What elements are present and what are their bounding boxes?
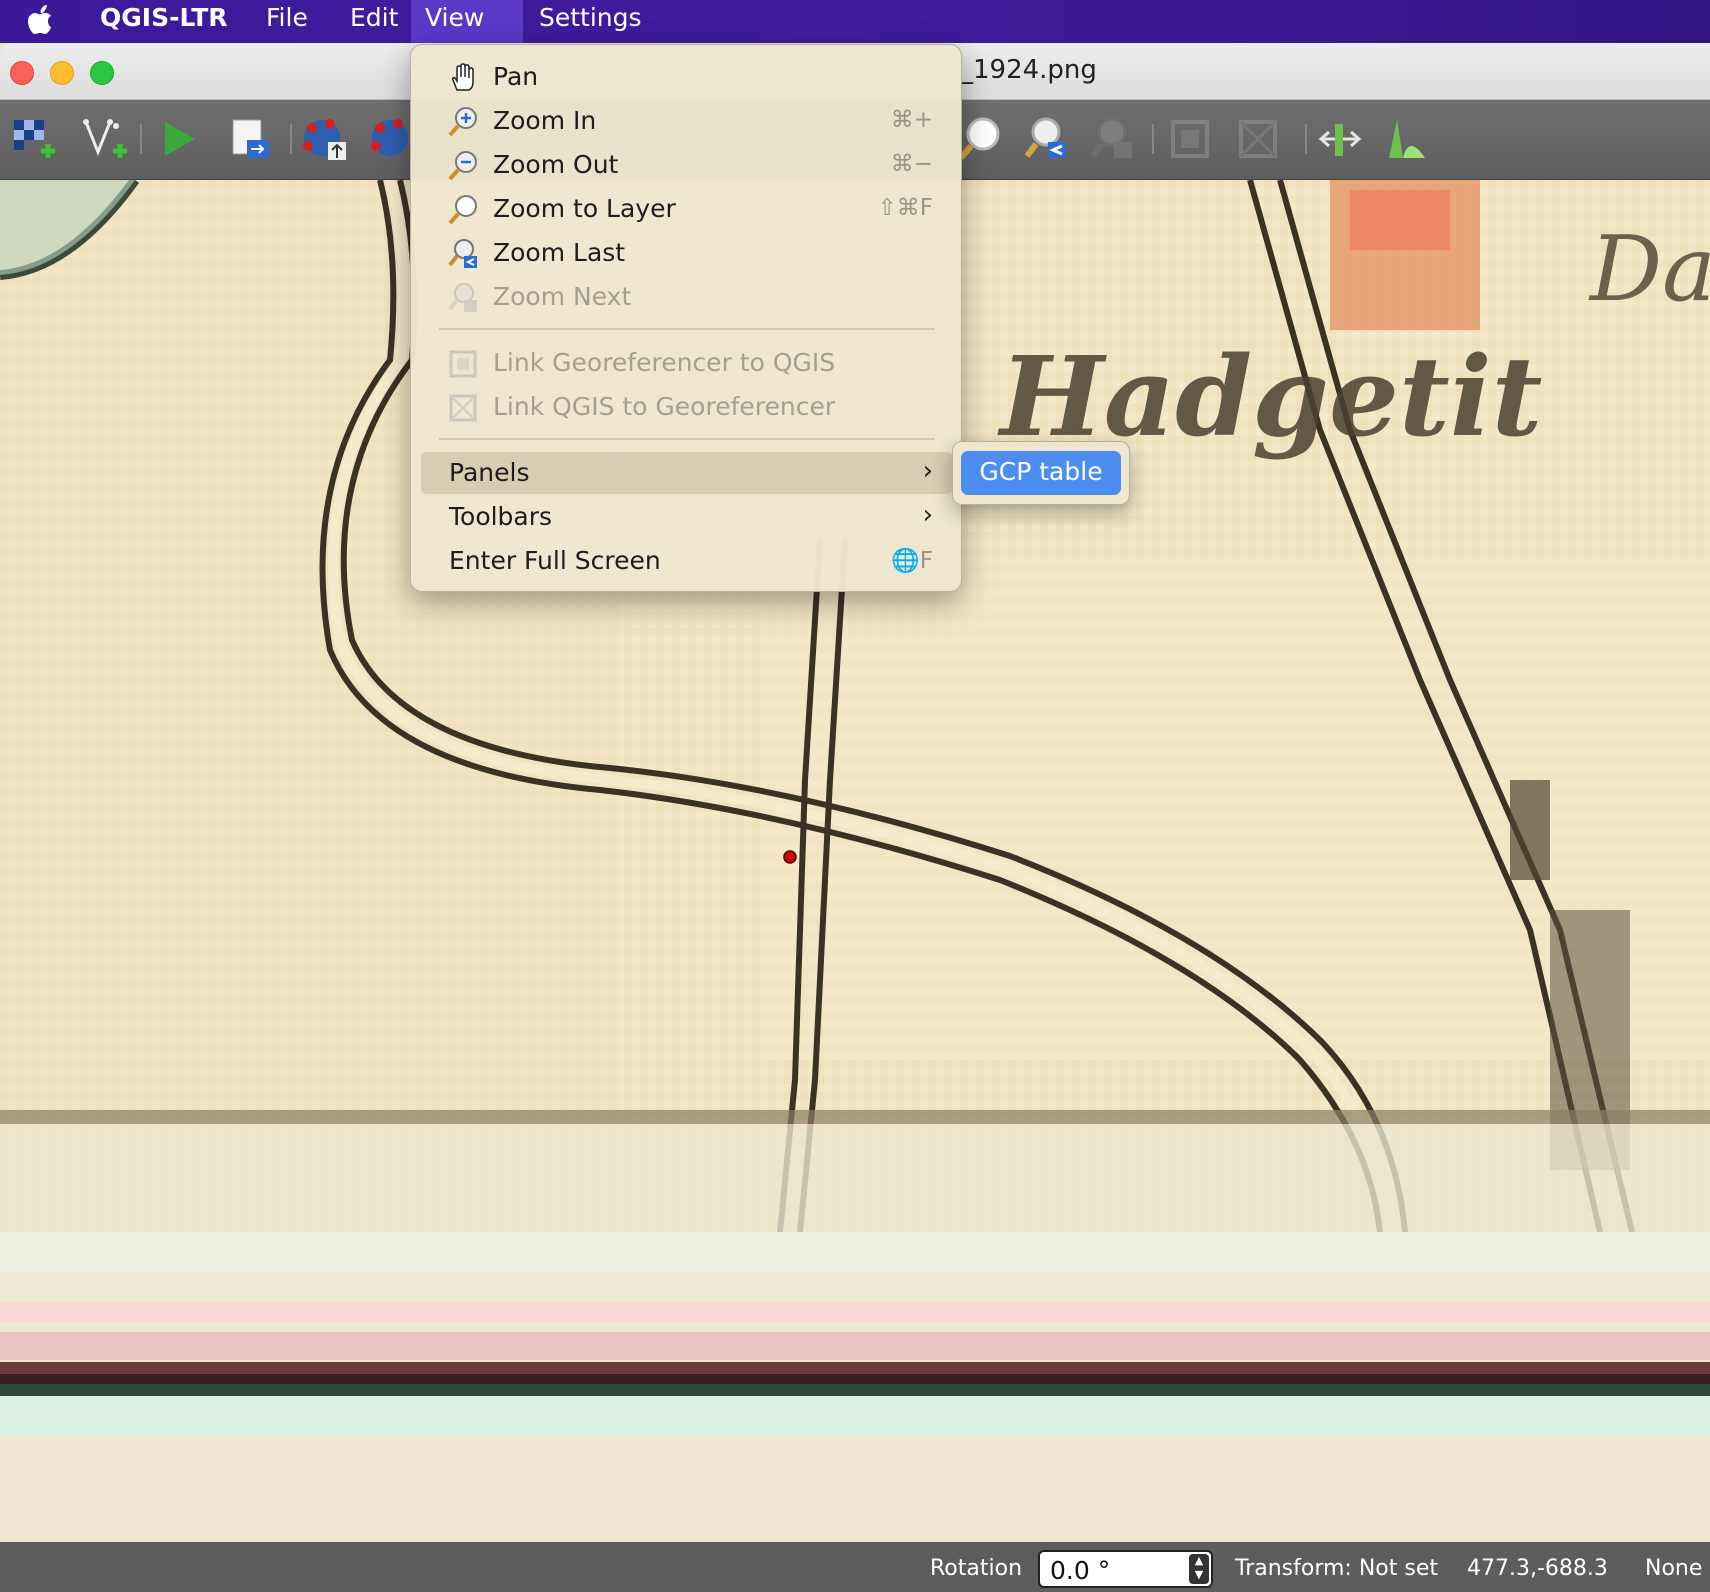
menubar-edit[interactable]: Edit	[336, 0, 412, 43]
window-title: _1924.png	[960, 55, 1097, 85]
menu-item-label: Link Georeferencer to QGIS	[493, 348, 836, 377]
zoom-next-icon	[447, 282, 479, 314]
menu-item-toolbars[interactable]: Toolbars ›	[421, 496, 953, 538]
link-qgis-icon[interactable]	[1233, 114, 1283, 164]
menu-item-zoom-next[interactable]: Zoom Next	[421, 276, 953, 318]
chevron-right-icon: ›	[922, 500, 933, 530]
close-window-button[interactable]	[10, 61, 34, 85]
zoom-next-toolbar-icon[interactable]	[1088, 114, 1138, 164]
pan-hand-icon	[447, 62, 479, 94]
generate-gdal-script-icon[interactable]	[225, 114, 275, 164]
menubar-file[interactable]: File	[252, 0, 322, 43]
start-georeferencing-icon[interactable]	[155, 114, 205, 164]
menu-item-panels[interactable]: Panels ›	[421, 452, 953, 494]
zoom-to-layer-icon	[447, 194, 479, 226]
menu-item-link-georeferencer[interactable]: Link Georeferencer to QGIS	[421, 342, 953, 384]
gcp-point[interactable]	[783, 850, 797, 864]
menu-separator	[439, 438, 935, 440]
status-bar: Rotation 0.0 ° ▲ ▼ Transform: Not set 477…	[0, 1542, 1710, 1592]
menu-item-shortcut: ⌘−	[890, 151, 933, 177]
minimize-window-button[interactable]	[50, 61, 74, 85]
menu-item-label: Link QGIS to Georeferencer	[493, 392, 836, 421]
submenu-item-gcp-table[interactable]: GCP table	[961, 451, 1121, 495]
rotation-value: 0.0 °	[1050, 1556, 1111, 1585]
menu-item-label: Panels	[449, 458, 530, 487]
open-raster-icon[interactable]	[10, 114, 60, 164]
menu-item-zoom-last[interactable]: Zoom Last	[421, 232, 953, 274]
menu-item-label: Zoom Out	[493, 150, 619, 179]
menu-item-label: Zoom In	[493, 106, 597, 135]
rotation-stepper[interactable]: ▲ ▼	[1189, 1554, 1209, 1584]
zoom-last-toolbar-icon[interactable]	[1022, 114, 1072, 164]
menu-item-label: Toolbars	[449, 502, 553, 531]
coordinate-readout: 477.3,-688.3	[1467, 1556, 1608, 1581]
menu-item-shortcut: 🌐F	[891, 548, 933, 574]
load-gcp-points-icon[interactable]	[300, 114, 350, 164]
zoom-in-icon	[447, 106, 479, 138]
menu-item-label: Zoom Next	[493, 282, 632, 311]
crs-status: None	[1645, 1556, 1703, 1581]
menubar-settings[interactable]: Settings	[525, 0, 656, 43]
panels-submenu: GCP table	[952, 441, 1130, 505]
menu-item-zoom-to-layer[interactable]: Zoom to Layer ⇧⌘F	[421, 188, 953, 230]
zoom-last-icon	[447, 238, 479, 270]
menubar-app-name[interactable]: QGIS-LTR	[86, 0, 242, 43]
menu-item-zoom-out[interactable]: Zoom Out ⌘−	[421, 144, 953, 186]
menu-separator	[439, 328, 935, 330]
zoom-to-layer-toolbar-icon[interactable]	[955, 114, 1005, 164]
view-menu-dropdown: Pan Zoom In ⌘+ Zoom Out ⌘− Zoom to Layer…	[410, 44, 962, 592]
svg-text:Da: Da	[1588, 217, 1710, 322]
zoom-out-icon	[447, 150, 479, 182]
histogram-stretch-icon[interactable]	[1383, 114, 1433, 164]
link-georeferencer-icon[interactable]	[1165, 114, 1215, 164]
menu-item-label: Pan	[493, 62, 539, 91]
menu-item-link-qgis[interactable]: Link QGIS to Georeferencer	[421, 386, 953, 428]
link-georef-icon	[447, 348, 479, 380]
menu-item-shortcut: ⇧⌘F	[877, 195, 933, 221]
open-vector-icon[interactable]	[80, 114, 130, 164]
macos-menubar: QGIS-LTR File Edit View Settings	[0, 0, 1710, 43]
menu-item-label: Zoom to Layer	[493, 194, 676, 223]
zoom-window-button[interactable]	[90, 61, 114, 85]
chevron-right-icon: ›	[922, 456, 933, 486]
transformation-settings-icon[interactable]	[1315, 114, 1365, 164]
menu-item-label: Zoom Last	[493, 238, 626, 267]
menu-item-shortcut: ⌘+	[890, 107, 933, 133]
transform-status: Transform: Not set	[1235, 1556, 1438, 1581]
apple-icon[interactable]	[26, 0, 66, 43]
rotation-spinbox[interactable]: 0.0 ° ▲ ▼	[1038, 1550, 1213, 1588]
save-gcp-points-icon[interactable]	[368, 114, 410, 164]
menu-item-zoom-in[interactable]: Zoom In ⌘+	[421, 100, 953, 142]
menu-item-label: Enter Full Screen	[449, 546, 661, 575]
lower-panel-area	[0, 1232, 1710, 1542]
rotation-label: Rotation	[930, 1556, 1023, 1581]
menu-item-enter-full-screen[interactable]: Enter Full Screen 🌐F	[421, 540, 953, 582]
menubar-view[interactable]: View	[411, 0, 523, 43]
link-qgis-icon	[447, 392, 479, 424]
menu-item-pan[interactable]: Pan	[421, 56, 953, 98]
